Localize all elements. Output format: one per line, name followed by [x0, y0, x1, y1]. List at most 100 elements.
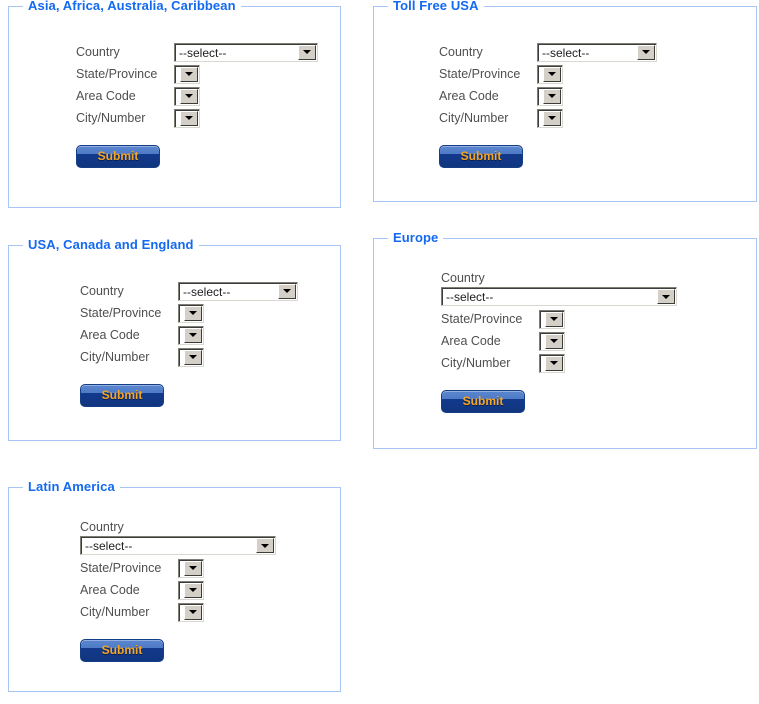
submit-wrap: Submit — [80, 623, 331, 663]
country-select[interactable]: --select-- — [174, 42, 318, 62]
label-country: Country — [80, 284, 124, 299]
state-province-select[interactable] — [174, 64, 200, 84]
label-state-province: State/Province — [439, 67, 521, 82]
field-row-country: Country --select-- — [80, 520, 331, 556]
submit-button[interactable]: Submit — [80, 639, 164, 663]
country-select-value: --select-- — [446, 290, 494, 305]
submit-button[interactable]: Submit — [76, 145, 160, 169]
chevron-down-icon[interactable] — [184, 560, 202, 576]
field-row-city-number: City/Number — [441, 352, 747, 374]
area-code-select[interactable] — [537, 86, 563, 106]
city-number-select[interactable] — [539, 353, 565, 373]
city-number-select[interactable] — [174, 108, 200, 128]
label-area-code: Area Code — [80, 328, 140, 343]
panel-body-usa-canada-england: Country --select-- State/Province Area C… — [18, 250, 331, 408]
state-province-select[interactable] — [178, 558, 204, 578]
panel-title-toll-free-usa: Toll Free USA — [388, 0, 484, 13]
area-code-select[interactable] — [174, 86, 200, 106]
label-country: Country — [76, 45, 120, 60]
panel-asia-africa-australia-caribbean: Asia, Africa, Australia, Caribbean Count… — [8, 0, 341, 208]
field-row-country: Country --select-- — [80, 280, 331, 302]
panel-europe: Europe Country --select-- State/Province… — [373, 230, 757, 449]
label-city-number: City/Number — [76, 111, 146, 126]
label-country: Country — [441, 271, 485, 286]
label-area-code: Area Code — [80, 583, 140, 598]
panel-usa-canada-england: USA, Canada and England Country --select… — [8, 237, 341, 441]
chevron-down-icon[interactable] — [278, 283, 296, 299]
city-number-select[interactable] — [178, 602, 204, 622]
country-select-value: --select-- — [179, 45, 227, 60]
label-area-code: Area Code — [76, 89, 136, 104]
country-select-value: --select-- — [183, 284, 231, 299]
chevron-down-icon[interactable] — [637, 44, 655, 60]
field-row-city-number: City/Number — [80, 346, 331, 368]
panel-body-asia: Country --select-- State/Province Area C… — [18, 11, 331, 169]
chevron-down-icon[interactable] — [543, 110, 561, 126]
city-number-select[interactable] — [537, 108, 563, 128]
label-state-province: State/Province — [76, 67, 158, 82]
area-code-select[interactable] — [178, 580, 204, 600]
country-select[interactable]: --select-- — [537, 42, 657, 62]
chevron-down-icon[interactable] — [657, 289, 675, 305]
field-row-area-code: Area Code — [80, 324, 331, 346]
panel-body-europe: Country --select-- State/Province Area C… — [383, 243, 747, 414]
panel-toll-free-usa: Toll Free USA Country --select-- State/P… — [373, 0, 757, 202]
chevron-down-icon[interactable] — [545, 333, 563, 349]
panel-title-usa-canada-england: USA, Canada and England — [23, 237, 199, 252]
panel-title-europe: Europe — [388, 230, 444, 245]
chevron-down-icon[interactable] — [184, 305, 202, 321]
chevron-down-icon[interactable] — [180, 66, 198, 82]
country-select[interactable]: --select-- — [80, 536, 276, 556]
submit-button[interactable]: Submit — [441, 390, 525, 414]
chevron-down-icon[interactable] — [184, 582, 202, 598]
area-code-select[interactable] — [539, 331, 565, 351]
field-row-state-province: State/Province — [80, 302, 331, 324]
chevron-down-icon[interactable] — [184, 604, 202, 620]
panel-title-asia: Asia, Africa, Australia, Caribbean — [23, 0, 241, 13]
chevron-down-icon[interactable] — [543, 66, 561, 82]
panel-title-latin-america: Latin America — [23, 479, 120, 494]
country-select-value: --select-- — [85, 539, 133, 554]
field-row-country: Country --select-- — [439, 41, 747, 63]
field-row-state-province: State/Province — [80, 557, 331, 579]
panels-grid: Asia, Africa, Australia, Caribbean Count… — [0, 0, 759, 704]
city-number-select[interactable] — [178, 347, 204, 367]
label-city-number: City/Number — [80, 605, 150, 620]
chevron-down-icon[interactable] — [184, 349, 202, 365]
state-province-select[interactable] — [537, 64, 563, 84]
field-row-area-code: Area Code — [80, 579, 331, 601]
country-select-value: --select-- — [542, 45, 590, 60]
field-row-country: Country --select-- — [441, 271, 747, 307]
panel-body-latin-america: Country --select-- State/Province Area C… — [18, 492, 331, 663]
label-city-number: City/Number — [441, 356, 511, 371]
chevron-down-icon[interactable] — [543, 88, 561, 104]
panel-body-toll-free-usa: Country --select-- State/Province Area C… — [383, 11, 747, 169]
label-city-number: City/Number — [439, 111, 509, 126]
label-area-code: Area Code — [441, 334, 501, 349]
chevron-down-icon[interactable] — [298, 44, 316, 60]
field-row-state-province: State/Province — [76, 63, 331, 85]
country-select[interactable]: --select-- — [441, 287, 677, 307]
chevron-down-icon[interactable] — [180, 110, 198, 126]
chevron-down-icon[interactable] — [545, 311, 563, 327]
label-state-province: State/Province — [80, 306, 162, 321]
chevron-down-icon[interactable] — [180, 88, 198, 104]
chevron-down-icon[interactable] — [545, 355, 563, 371]
field-row-area-code: Area Code — [76, 85, 331, 107]
submit-button[interactable]: Submit — [80, 384, 164, 408]
submit-wrap: Submit — [76, 129, 331, 169]
chevron-down-icon[interactable] — [184, 327, 202, 343]
submit-button[interactable]: Submit — [439, 145, 523, 169]
state-province-select[interactable] — [539, 309, 565, 329]
field-row-area-code: Area Code — [441, 330, 747, 352]
panel-latin-america: Latin America Country --select-- State/P… — [8, 479, 341, 692]
field-row-state-province: State/Province — [441, 308, 747, 330]
field-row-area-code: Area Code — [439, 85, 747, 107]
country-select[interactable]: --select-- — [178, 281, 298, 301]
label-country: Country — [80, 520, 124, 535]
chevron-down-icon[interactable] — [256, 538, 274, 554]
area-code-select[interactable] — [178, 325, 204, 345]
field-row-country: Country --select-- — [76, 41, 331, 63]
state-province-select[interactable] — [178, 303, 204, 323]
field-row-city-number: City/Number — [80, 601, 331, 623]
